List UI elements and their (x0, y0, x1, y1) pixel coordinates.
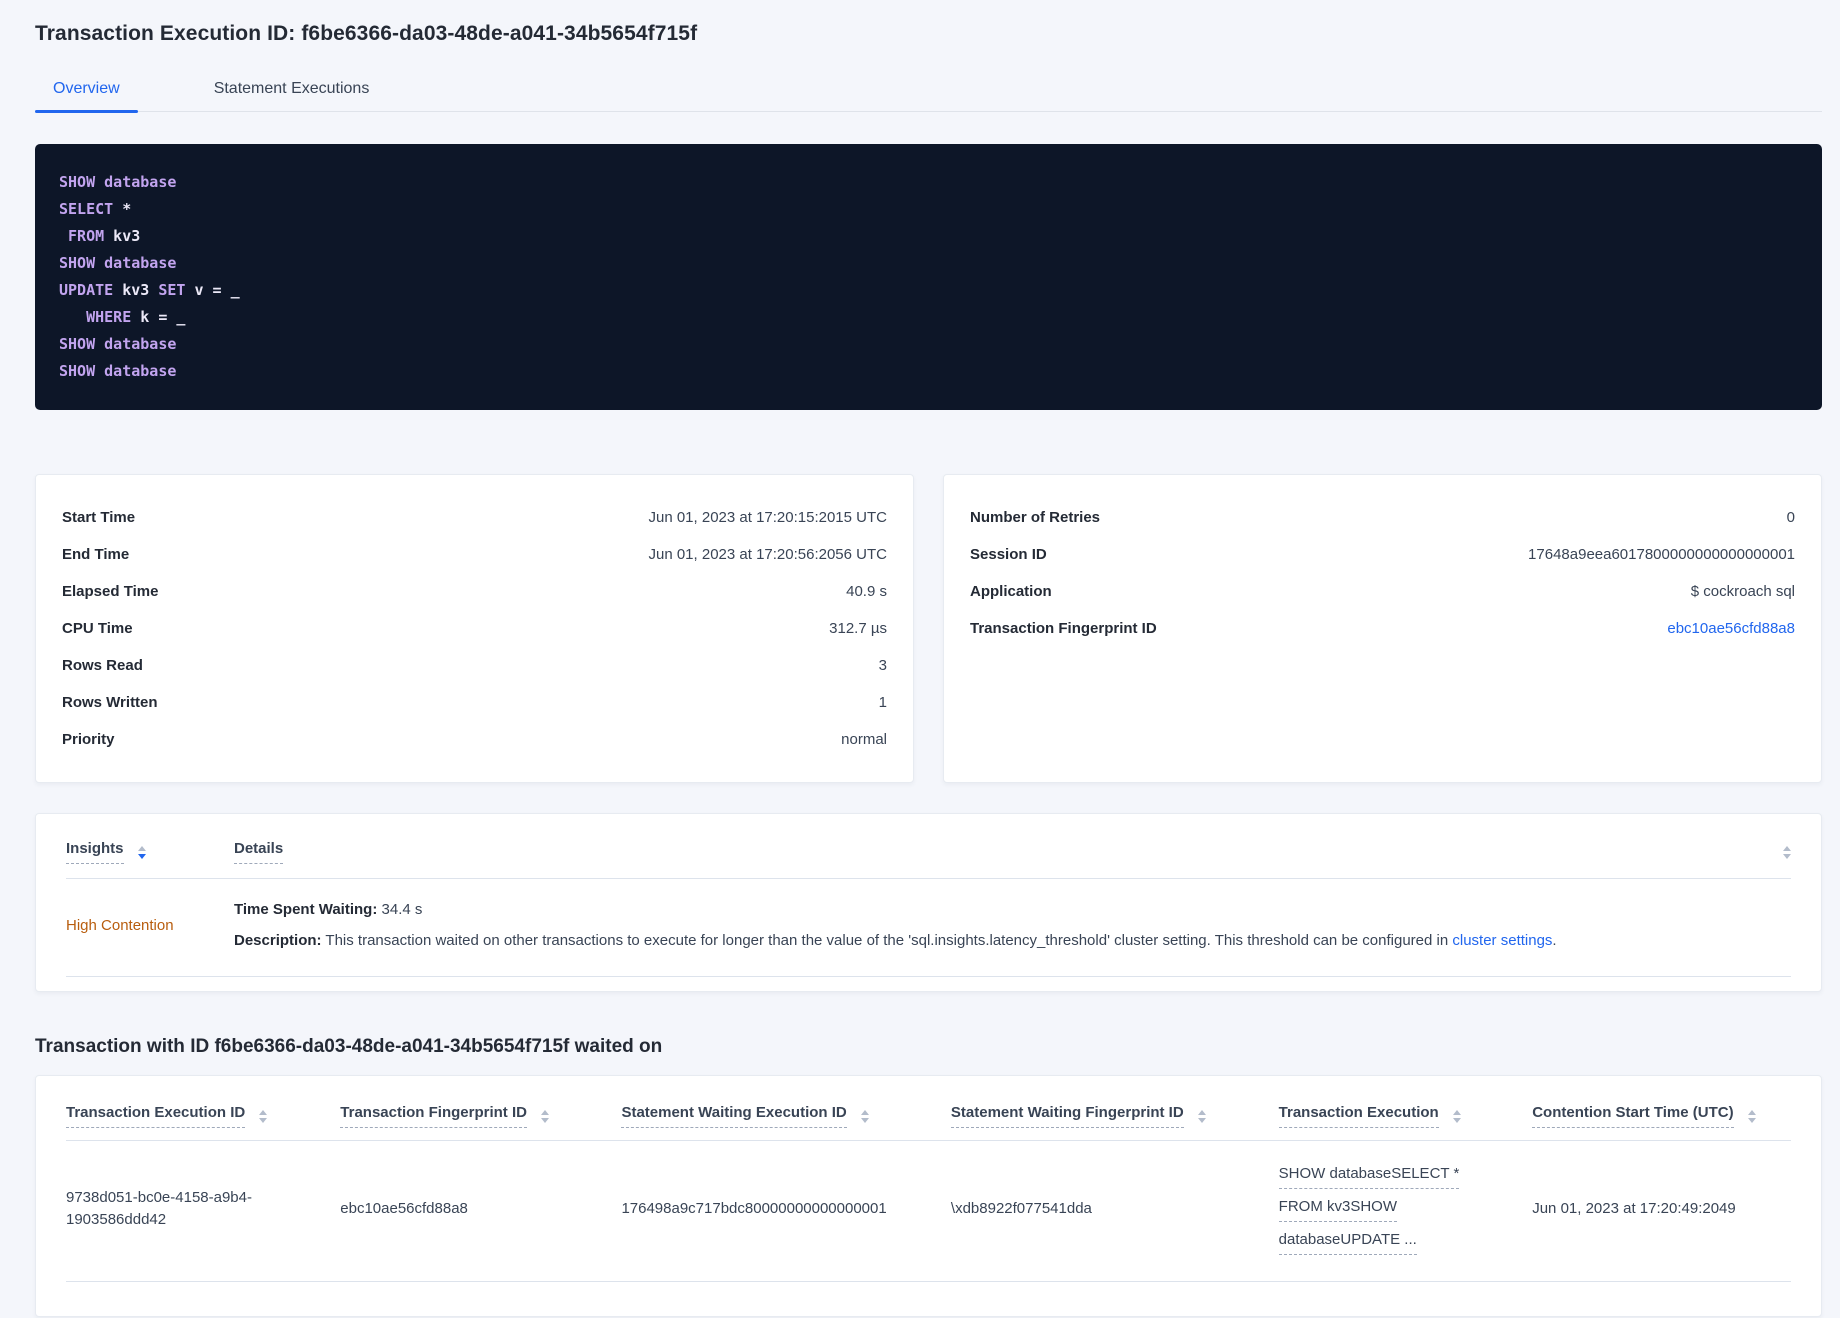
description-line: Description: This transaction waited on … (234, 930, 1791, 952)
cpu-time-row: CPU Time 312.7 µs (62, 610, 887, 647)
priority-row: Priority normal (62, 721, 887, 758)
insights-column-label[interactable]: Insights (66, 840, 124, 864)
sort-arrows-icon[interactable] (1747, 1109, 1756, 1123)
application-value: $ cockroach sql (1690, 583, 1795, 600)
insights-table-card: Insights Details High Contention Time Sp… (35, 813, 1822, 992)
statement-waiting-fingerprint-id: \xdb8922f077541dda (950, 1200, 1092, 1217)
waited-on-table-header: Transaction Execution ID Transaction Fin… (66, 1090, 1791, 1141)
sort-arrows-icon[interactable] (137, 845, 146, 859)
contention-start-time-column-label[interactable]: Contention Start Time (UTC) (1532, 1104, 1734, 1128)
column-header-statement-waiting-fingerprint-id[interactable]: Statement Waiting Fingerprint ID (950, 1104, 1279, 1140)
transaction-execution-line[interactable]: FROM kv3SHOW (1278, 1196, 1397, 1222)
waited-transaction-fingerprint-id: ebc10ae56cfd88a8 (340, 1200, 468, 1217)
start-time-row: Start Time Jun 01, 2023 at 17:20:15:2015… (62, 499, 887, 536)
retries-row: Number of Retries 0 (970, 499, 1795, 536)
session-id-row: Session ID 17648a9eea6017800000000000000… (970, 536, 1795, 573)
statement-waiting-fingerprint-id-column-label[interactable]: Statement Waiting Fingerprint ID (950, 1104, 1184, 1128)
tab-bar: Overview Statement Executions (35, 74, 1822, 113)
execution-summary-card: Start Time Jun 01, 2023 at 17:20:15:2015… (35, 474, 914, 783)
transaction-execution-line[interactable]: SHOW databaseSELECT * (1278, 1163, 1460, 1189)
column-header-transaction-execution-id[interactable]: Transaction Execution ID (66, 1104, 340, 1140)
sort-arrows-icon[interactable] (860, 1109, 869, 1123)
start-time-value: Jun 01, 2023 at 17:20:15:2015 UTC (648, 509, 887, 526)
details-column-label[interactable]: Details (234, 840, 284, 864)
tab-statement-executions[interactable]: Statement Executions (196, 74, 388, 111)
sort-arrows-icon[interactable] (259, 1109, 268, 1123)
transaction-execution-line[interactable]: databaseUPDATE ... (1278, 1229, 1417, 1255)
description-text: This transaction waited on other transac… (325, 932, 1449, 949)
cpu-time-value: 312.7 µs (829, 620, 887, 637)
high-contention-badge: High Contention (66, 917, 174, 934)
waited-on-section-heading: Transaction with ID f6be6366-da03-48de-a… (35, 1036, 663, 1057)
rows-read-value: 3 (878, 657, 887, 674)
waited-on-table-row: 9738d051-bc0e-4158-a9b4-1903586ddd42 ebc… (66, 1141, 1791, 1282)
priority-label: Priority (62, 731, 115, 748)
retries-value: 0 (1786, 509, 1795, 526)
statement-waiting-execution-id-column-label[interactable]: Statement Waiting Execution ID (621, 1104, 847, 1128)
session-summary-card: Number of Retries 0 Session ID 17648a9ee… (943, 474, 1822, 783)
end-time-label: End Time (62, 546, 130, 563)
start-time-label: Start Time (62, 509, 136, 526)
transaction-fingerprint-link[interactable]: ebc10ae56cfd88a8 (1667, 620, 1795, 637)
waited-transaction-execution-link[interactable]: SHOW databaseSELECT * FROM kv3SHOW datab… (1278, 1163, 1533, 1255)
column-header-transaction-execution[interactable]: Transaction Execution (1278, 1104, 1533, 1140)
session-id-label: Session ID (970, 546, 1047, 563)
application-label: Application (970, 583, 1052, 600)
cpu-time-label: CPU Time (62, 620, 133, 637)
application-row: Application $ cockroach sql (970, 573, 1795, 610)
transaction-execution-id-column-label[interactable]: Transaction Execution ID (66, 1104, 246, 1128)
column-header-statement-waiting-execution-id[interactable]: Statement Waiting Execution ID (621, 1104, 950, 1140)
column-header-contention-start-time[interactable]: Contention Start Time (UTC) (1532, 1104, 1791, 1140)
statement-waiting-execution-id: 176498a9c717bdc80000000000000001 (621, 1200, 887, 1217)
insight-details-cell: Time Spent Waiting: 34.4 s Description: … (234, 899, 1791, 952)
waited-transaction-execution-id: 9738d051-bc0e-4158-a9b4-1903586ddd42 (66, 1189, 252, 1228)
transaction-execution-page: Transaction Execution ID: f6be6366-da03-… (0, 0, 1840, 1317)
cluster-settings-link[interactable]: cluster settings (1452, 932, 1552, 949)
rows-read-label: Rows Read (62, 657, 143, 674)
insights-column-header[interactable]: Insights (66, 840, 234, 864)
details-column-header[interactable]: Details (234, 840, 1769, 864)
priority-value: normal (841, 731, 887, 748)
elapsed-time-value: 40.9 s (846, 583, 887, 600)
tab-overview[interactable]: Overview (35, 74, 138, 113)
time-spent-waiting-line: Time Spent Waiting: 34.4 s (234, 899, 1791, 921)
end-time-row: End Time Jun 01, 2023 at 17:20:56:2056 U… (62, 536, 887, 573)
transaction-fingerprint-id-column-label[interactable]: Transaction Fingerprint ID (340, 1104, 527, 1128)
column-header-transaction-fingerprint-id[interactable]: Transaction Fingerprint ID (340, 1104, 621, 1140)
page-title: Transaction Execution ID: f6be6366-da03-… (35, 22, 698, 45)
contention-start-time-value: Jun 01, 2023 at 17:20:49:2049 (1532, 1200, 1736, 1217)
transaction-execution-column-label[interactable]: Transaction Execution (1278, 1104, 1439, 1128)
description-period: . (1552, 932, 1557, 949)
transaction-fingerprint-row: Transaction Fingerprint ID ebc10ae56cfd8… (970, 610, 1795, 647)
end-time-value: Jun 01, 2023 at 17:20:56:2056 UTC (648, 546, 887, 563)
sort-arrows-icon[interactable] (1452, 1109, 1461, 1123)
rows-written-value: 1 (878, 694, 887, 711)
time-spent-waiting-value: 34.4 s (381, 901, 423, 918)
transaction-sql-statements-box: SHOW database SELECT * FROM kv3 SHOW datab… (35, 144, 1822, 410)
insights-table-header: Insights Details (66, 830, 1791, 879)
elapsed-time-row: Elapsed Time 40.9 s (62, 573, 887, 610)
rows-read-row: Rows Read 3 (62, 647, 887, 684)
sort-arrows-icon[interactable] (1197, 1109, 1206, 1123)
retries-label: Number of Retries (970, 509, 1101, 526)
rows-written-label: Rows Written (62, 694, 158, 711)
transaction-fingerprint-label: Transaction Fingerprint ID (970, 620, 1157, 637)
session-id-value: 17648a9eea6017800000000000000001 (1528, 546, 1795, 563)
elapsed-time-label: Elapsed Time (62, 583, 159, 600)
sort-arrows-icon[interactable] (540, 1109, 549, 1123)
summary-cards-row: Start Time Jun 01, 2023 at 17:20:15:2015… (35, 474, 1822, 783)
time-spent-waiting-label: Time Spent Waiting: (234, 901, 378, 918)
description-label: Description: (234, 932, 322, 949)
table-bottom-spacer (66, 1282, 1791, 1298)
sort-arrows-icon[interactable] (1783, 845, 1791, 859)
rows-written-row: Rows Written 1 (62, 684, 887, 721)
insight-row-high-contention: High Contention Time Spent Waiting: 34.4… (66, 879, 1791, 977)
waited-on-table-card: Transaction Execution ID Transaction Fin… (35, 1075, 1822, 1317)
